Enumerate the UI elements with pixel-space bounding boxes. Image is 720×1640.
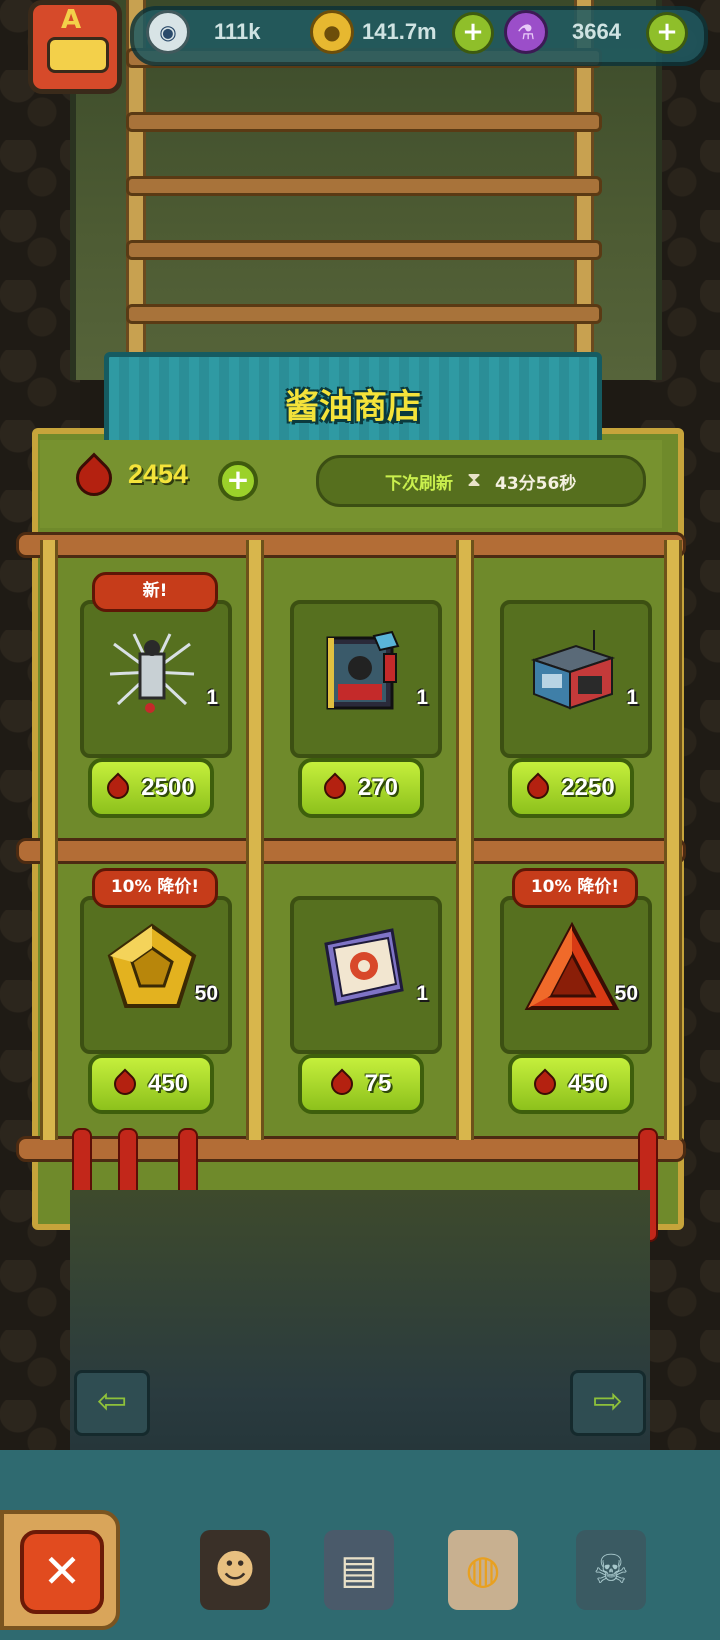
avatar-face	[47, 37, 109, 73]
shop-building-icon	[530, 630, 616, 710]
potion-currency: ⚗ 3664	[504, 10, 621, 54]
item-price: 450	[147, 1070, 189, 1097]
discount-badge: 10% 降价!	[92, 868, 218, 908]
ladder-rung	[126, 176, 602, 196]
skulls-icon[interactable]: ☠	[576, 1530, 646, 1610]
item-quantity: 50	[614, 982, 638, 1005]
arrow-right-icon[interactable]: ⇨	[570, 1370, 646, 1436]
ladder-rung	[126, 304, 602, 324]
avatar-letter: A	[61, 5, 82, 35]
add-potions-button[interactable]: +	[646, 12, 688, 54]
buy-button[interactable]: 450	[508, 1054, 634, 1114]
shelf-post	[246, 540, 264, 1140]
item-quantity: 50	[194, 982, 218, 1005]
buy-button[interactable]: 2500	[88, 758, 214, 818]
shop-item: 10% 降价! 50 450	[62, 868, 242, 1126]
shop-item: 1 75	[272, 876, 452, 1126]
add-soy-button[interactable]: +	[218, 461, 258, 501]
ladder-rung	[126, 112, 602, 132]
spiky-creature-icon	[109, 633, 195, 713]
discount-badge: 10% 降价!	[512, 868, 638, 908]
ladder-rung	[126, 240, 602, 260]
coin-currency: ● 141.7m	[310, 10, 437, 54]
refresh-label: 下次刷新	[385, 474, 453, 494]
item-quantity: 1	[626, 686, 638, 709]
red-gem-icon	[524, 921, 620, 1010]
potion-icon: ⚗	[504, 10, 548, 54]
coin-count: 141.7m	[362, 19, 437, 44]
item-quantity: 1	[206, 686, 218, 709]
shelf-post	[456, 540, 474, 1140]
item-price: 450	[567, 1070, 609, 1097]
shelf-pole	[16, 532, 686, 558]
refresh-time: 43分56秒	[495, 474, 577, 494]
item-quantity: 1	[416, 982, 428, 1005]
new-badge: 新!	[92, 572, 218, 612]
eye-currency: ◉ 111k	[146, 10, 261, 54]
item-price: 270	[357, 774, 399, 801]
soy-drop-icon	[326, 1068, 358, 1100]
shelf-post	[40, 540, 58, 1140]
shelf-pole	[16, 838, 686, 864]
shelf-pole	[16, 1136, 686, 1162]
shelf-post	[664, 540, 682, 1140]
item-price: 75	[364, 1070, 392, 1097]
buy-button[interactable]: 450	[88, 1054, 214, 1114]
hourglass-icon: ⧗	[467, 467, 482, 491]
portrait-card-icon	[326, 630, 400, 710]
monster-icon[interactable]: ☻	[200, 1530, 270, 1610]
buy-button[interactable]: 2250	[508, 758, 634, 818]
potion-count: 3664	[572, 19, 621, 44]
shop-title-banner: 酱油商店	[104, 352, 602, 452]
soy-drop-icon	[102, 772, 134, 804]
add-coins-button[interactable]: +	[452, 12, 494, 54]
soy-drop-icon	[529, 1068, 561, 1100]
gold-gem-icon	[107, 923, 197, 1008]
item-price: 2500	[141, 774, 195, 801]
scroll-map-icon	[324, 928, 404, 1006]
soy-drop-icon	[522, 772, 554, 804]
coin-icon: ●	[310, 10, 354, 54]
arrow-left-icon[interactable]: ⇦	[74, 1370, 150, 1436]
shop-item: 新! 1 2500	[62, 572, 242, 830]
close-button-frame: ✕	[0, 1510, 120, 1630]
eye-count: 111k	[214, 19, 261, 44]
refresh-timer: 下次刷新 ⧗ 43分56秒	[316, 455, 646, 507]
soy-drop-icon	[109, 1068, 141, 1100]
player-avatar[interactable]: A	[28, 0, 122, 94]
game-scene: ◉ 111k ● 141.7m + ⚗ 3664 + A 酱油商店 2454 +…	[0, 0, 720, 1640]
money-bag-icon[interactable]: ◍	[448, 1530, 518, 1610]
item-quantity: 1	[416, 686, 428, 709]
item-price: 2250	[561, 774, 615, 801]
soy-balance: 2454	[128, 459, 189, 489]
shop-title: 酱油商店	[285, 387, 421, 427]
book-icon[interactable]: ▤	[324, 1530, 394, 1610]
eye-icon: ◉	[146, 10, 190, 54]
shop-item: 1 270	[272, 580, 452, 830]
shop-item: 10% 降价! 50 450	[482, 868, 662, 1126]
close-button[interactable]: ✕	[20, 1530, 104, 1614]
buy-button[interactable]: 270	[298, 758, 424, 818]
buy-button[interactable]: 75	[298, 1054, 424, 1114]
soy-drop-icon	[319, 772, 351, 804]
shop-item: 1 2250	[482, 580, 662, 830]
